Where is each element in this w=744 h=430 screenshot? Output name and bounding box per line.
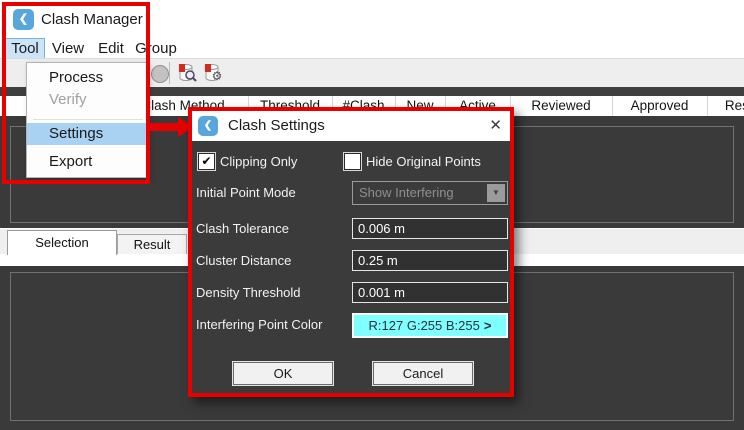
search-clash-icon[interactable] [176, 62, 198, 84]
clash-settings-dialog: ❮ Clash Settings ✕ ✔ Clipping Only Hide … [188, 107, 514, 397]
annotation-rectangle-menu [2, 2, 150, 184]
density-threshold-input[interactable]: 0.001 m [352, 282, 508, 303]
svg-text:⚙: ⚙ [212, 69, 223, 83]
cluster-distance-input[interactable]: 0.25 m [352, 250, 508, 271]
clash-manager-window: ❮ Clash Manager Tool View Edit Group ⚙ C… [0, 0, 744, 430]
hide-original-points-checkbox[interactable] [344, 153, 361, 170]
chevron-right-icon: > [484, 318, 492, 333]
clipping-only-checkbox[interactable]: ✔ [198, 153, 215, 170]
dialog-app-icon: ❮ [198, 116, 218, 136]
annotation-arrow [148, 123, 178, 131]
header-approved[interactable]: Approved [612, 96, 707, 116]
close-icon[interactable]: ✕ [489, 111, 502, 141]
dialog-title-bar: ❮ Clash Settings ✕ [192, 111, 510, 141]
hide-original-points-label: Hide Original Points [366, 154, 481, 170]
globe-icon[interactable] [151, 65, 169, 83]
chevron-down-icon[interactable]: ▼ [487, 184, 505, 202]
dialog-body: ✔ Clipping Only Hide Original Points Ini… [192, 141, 510, 393]
clash-tolerance-input[interactable]: 0.006 m [352, 218, 508, 239]
header-separator [707, 96, 708, 116]
ok-button[interactable]: OK [233, 362, 333, 385]
tab-result[interactable]: Result [117, 234, 187, 255]
color-value: R:127 G:255 B:255 [369, 318, 480, 333]
clash-settings-icon[interactable]: ⚙ [202, 62, 224, 84]
interfering-color-button[interactable]: R:127 G:255 B:255 > [352, 313, 508, 338]
clash-tolerance-label: Clash Tolerance [196, 221, 289, 237]
header-resolved[interactable]: Resolved [707, 96, 744, 116]
clipping-only-label: Clipping Only [220, 154, 297, 170]
header-reviewed[interactable]: Reviewed [510, 96, 612, 116]
initial-point-mode-dropdown[interactable]: Show Interfering ▼ [352, 181, 508, 205]
cancel-button[interactable]: Cancel [373, 362, 473, 385]
cluster-distance-label: Cluster Distance [196, 253, 291, 269]
density-threshold-label: Density Threshold [196, 285, 301, 301]
dropdown-value: Show Interfering [359, 182, 454, 204]
initial-point-mode-label: Initial Point Mode [196, 185, 296, 201]
header-separator [612, 96, 613, 116]
interfering-point-color-label: Interfering Point Color [196, 317, 322, 333]
dialog-title: Clash Settings [228, 111, 325, 141]
tab-selection[interactable]: Selection [7, 230, 117, 255]
toolbar-separator [169, 62, 170, 84]
checkmark-icon: ✔ [201, 154, 211, 168]
